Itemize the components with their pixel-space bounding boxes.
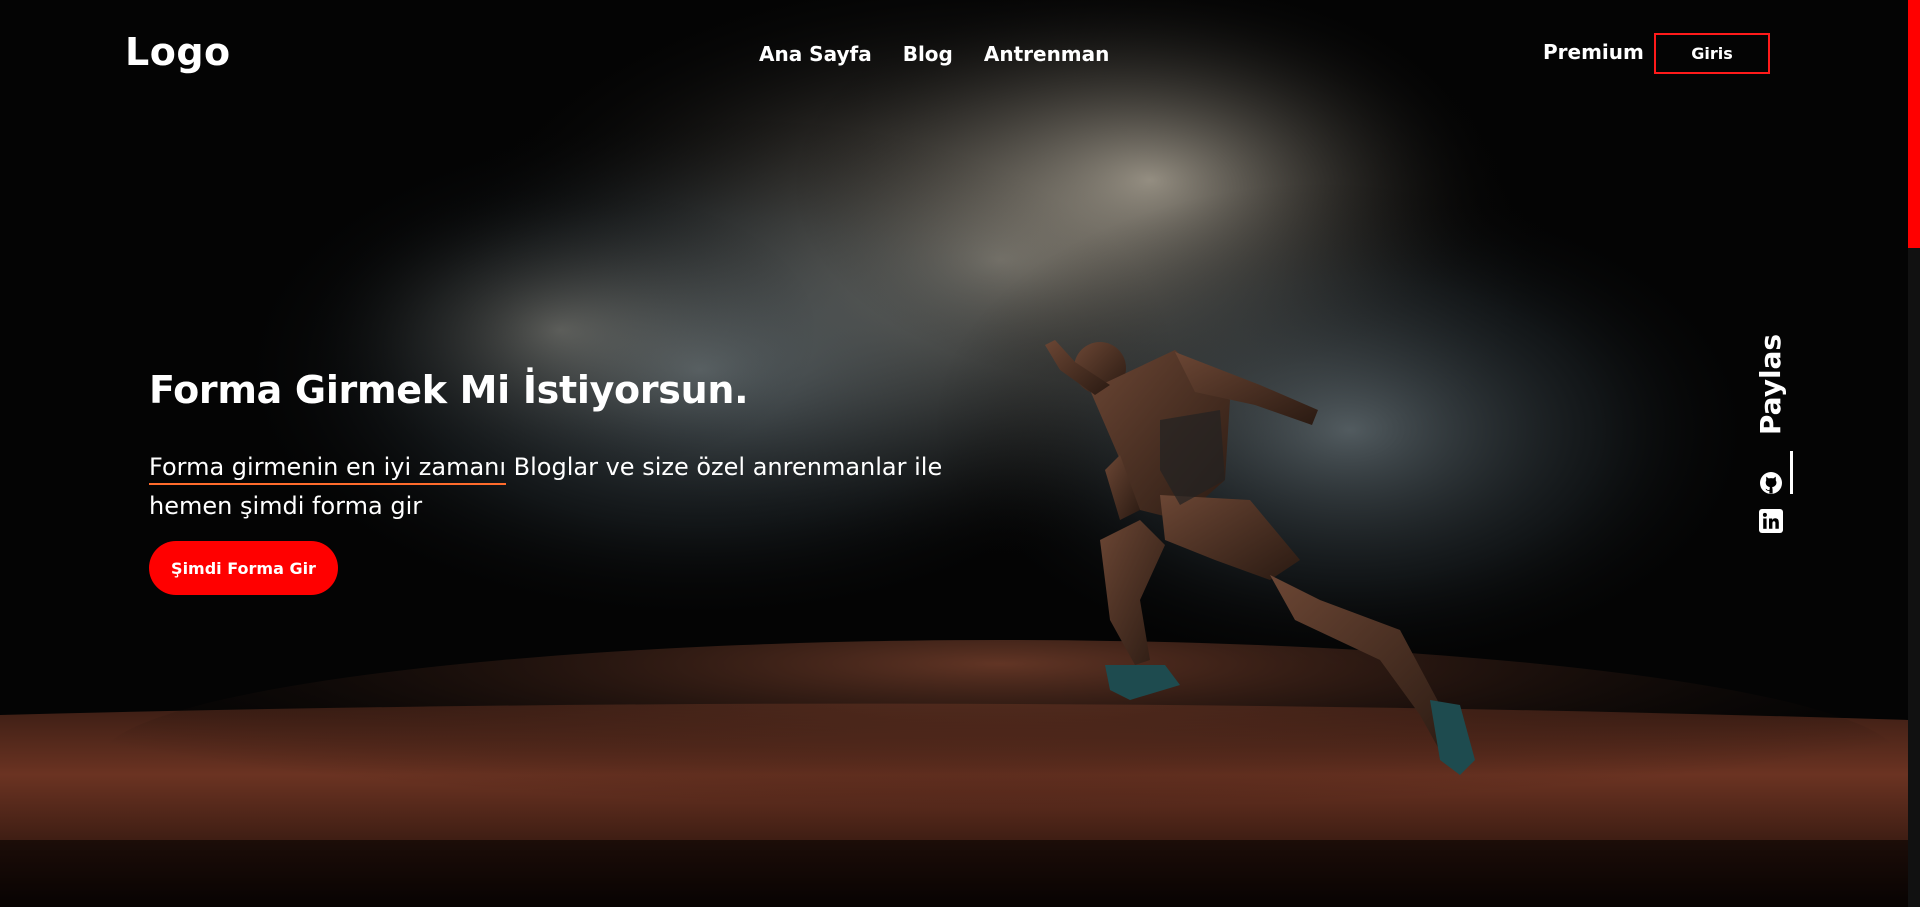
nav-item-antrenman[interactable]: Antrenman (984, 42, 1110, 66)
share-divider (1790, 451, 1793, 494)
hero-description-highlight: Forma girmenin en iyi zamanı (149, 453, 507, 485)
share-label-text: Paylas (1754, 333, 1788, 435)
premium-link[interactable]: Premium (1543, 40, 1644, 64)
linkedin-icon[interactable] (1759, 509, 1783, 533)
logo[interactable]: Logo (125, 30, 231, 74)
cta-button[interactable]: Şimdi Forma Gir (149, 541, 338, 595)
main-nav: Ana Sayfa Blog Antrenman (759, 42, 1109, 66)
share-label: Paylas (1751, 330, 1791, 438)
nav-item-blog[interactable]: Blog (903, 42, 953, 66)
scrollbar-thumb[interactable] (1908, 0, 1920, 248)
nav-item-ana-sayfa[interactable]: Ana Sayfa (759, 42, 872, 66)
landing-page: Logo Ana Sayfa Blog Antrenman Premium Gi… (0, 0, 1920, 907)
login-button[interactable]: Giris (1654, 33, 1770, 74)
hero-title: Forma Girmek Mi İstiyorsun. (149, 368, 749, 412)
page-scrollbar[interactable] (1908, 0, 1920, 907)
hero-description: Forma girmenin en iyi zamanı Bloglar ve … (149, 448, 1009, 526)
github-icon[interactable] (1759, 471, 1783, 495)
